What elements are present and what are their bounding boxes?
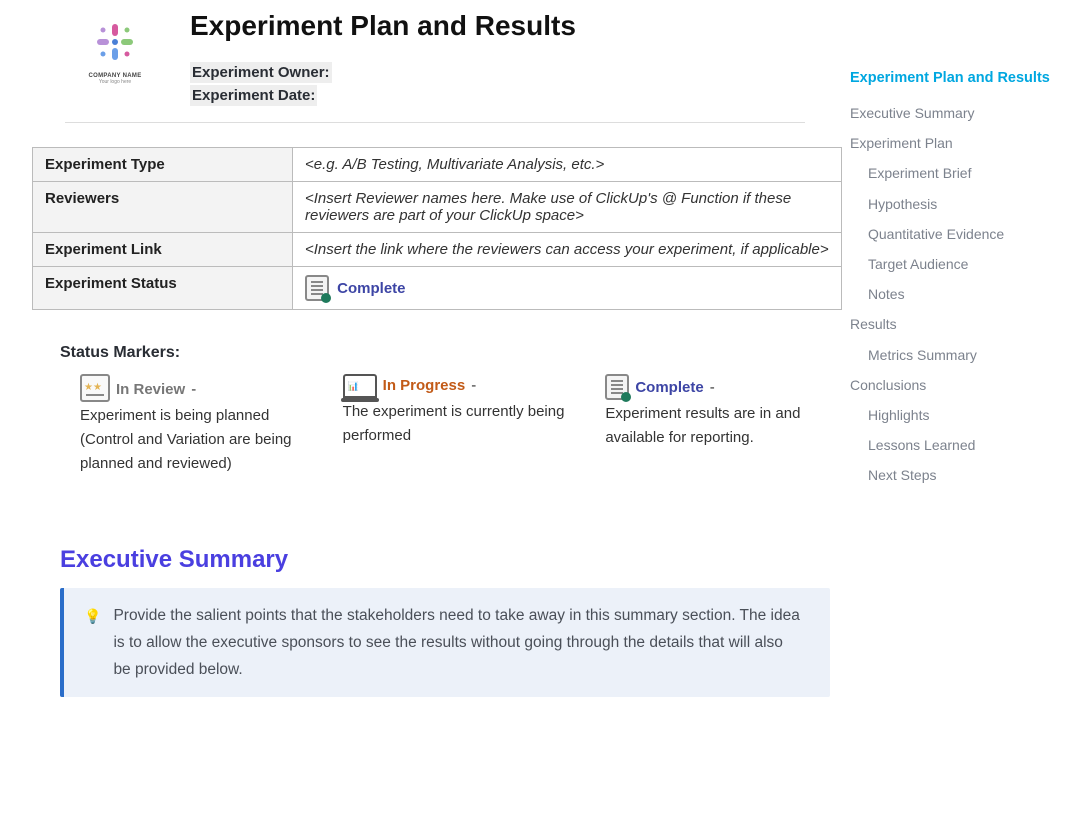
status-dash: - [710, 376, 715, 400]
toc-item[interactable]: Target Audience [850, 249, 1072, 279]
toc-item[interactable]: Notes [850, 279, 1072, 309]
detail-value[interactable]: <Insert the link where the reviewers can… [293, 233, 842, 267]
toc-item[interactable]: Experiment Brief [850, 158, 1072, 188]
status-description: Experiment is being planned (Control and… [80, 404, 315, 476]
toc-item[interactable]: Conclusions [850, 370, 1072, 400]
company-logo-block: COMPANY NAME Your logo here [70, 10, 160, 85]
executive-summary-heading: Executive Summary [60, 546, 840, 574]
lightbulb-icon: 💡 [84, 604, 101, 683]
status-dash: - [191, 378, 196, 402]
experiment-status-value[interactable]: Complete [293, 267, 842, 310]
table-row: Reviewers<Insert Reviewer names here. Ma… [33, 182, 842, 233]
review-icon [80, 374, 110, 402]
detail-label: Experiment Type [33, 148, 293, 182]
toc-item[interactable]: Metrics Summary [850, 340, 1072, 370]
in-progress-icon: 📊 [343, 374, 377, 398]
toc-title[interactable]: Experiment Plan and Results [850, 70, 1072, 86]
status-name: In Progress [383, 374, 466, 398]
toc-item[interactable]: Executive Summary [850, 98, 1072, 128]
experiment-owner-label: Experiment Owner: [190, 62, 332, 83]
executive-summary-body: Provide the salient points that the stak… [113, 602, 802, 683]
page-title: Experiment Plan and Results [190, 10, 576, 42]
experiment-details-table: Experiment Type<e.g. A/B Testing, Multiv… [32, 147, 842, 310]
table-row: Experiment Status Complete [33, 267, 842, 310]
detail-label: Experiment Status [33, 267, 293, 310]
header-divider [65, 122, 805, 123]
company-tagline: Your logo here [70, 79, 160, 85]
detail-label: Experiment Link [33, 233, 293, 267]
status-dash: - [471, 374, 476, 398]
toc-item[interactable]: Quantitative Evidence [850, 219, 1072, 249]
toc-item[interactable]: Results [850, 309, 1072, 339]
status-description: The experiment is currently being perfor… [343, 400, 578, 448]
status-marker: 📊 In Progress - The experiment is curren… [343, 374, 578, 476]
toc-item[interactable]: Lessons Learned [850, 430, 1072, 460]
table-of-contents: Experiment Plan and Results Executive Su… [840, 0, 1080, 490]
executive-summary-callout: 💡 Provide the salient points that the st… [60, 588, 830, 697]
toc-item[interactable]: Hypothesis [850, 189, 1072, 219]
status-name: In Review [116, 378, 185, 402]
table-row: Experiment Type<e.g. A/B Testing, Multiv… [33, 148, 842, 182]
toc-item[interactable]: Next Steps [850, 460, 1072, 490]
document-complete-icon [305, 275, 329, 301]
status-name: Complete [635, 376, 703, 400]
detail-value[interactable]: <Insert Reviewer names here. Make use of… [293, 182, 842, 233]
detail-label: Reviewers [33, 182, 293, 233]
detail-value[interactable]: <e.g. A/B Testing, Multivariate Analysis… [293, 148, 842, 182]
document-complete-icon [605, 374, 629, 400]
status-marker: Complete - Experiment results are in and… [605, 374, 840, 476]
toc-item[interactable]: Experiment Plan [850, 128, 1072, 158]
company-logo-icon [91, 18, 139, 66]
toc-item[interactable]: Highlights [850, 400, 1072, 430]
table-row: Experiment Link<Insert the link where th… [33, 233, 842, 267]
experiment-date-label: Experiment Date: [190, 85, 317, 106]
status-marker: In Review - Experiment is being planned … [80, 374, 315, 476]
status-markers-heading: Status Markers: [60, 344, 840, 362]
status-description: Experiment results are in and available … [605, 402, 840, 450]
